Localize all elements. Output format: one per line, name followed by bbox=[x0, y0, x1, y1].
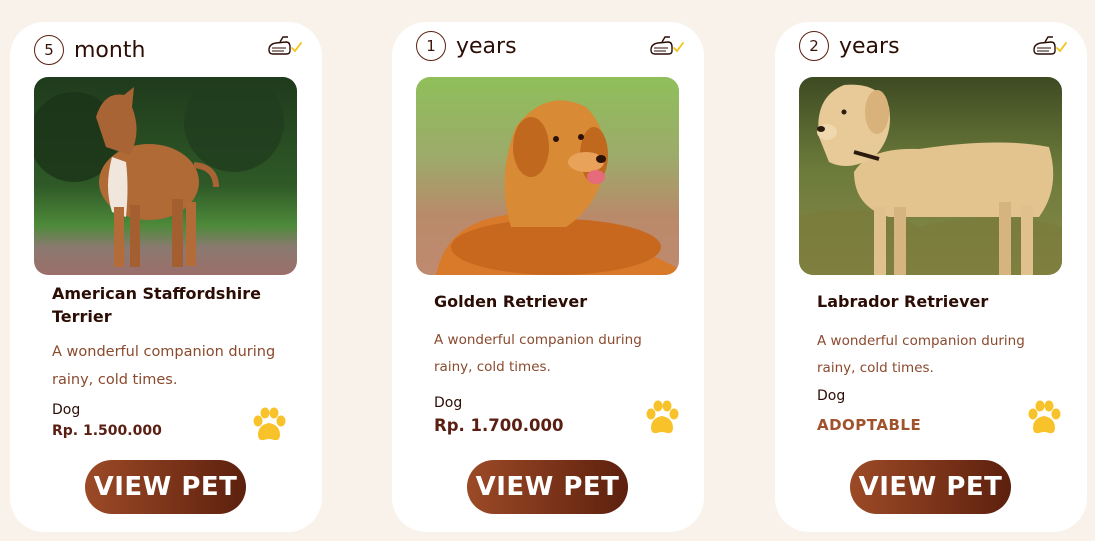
age-indicator: 2 years bbox=[799, 31, 900, 61]
pet-name: Labrador Retriever bbox=[817, 292, 989, 311]
pet-photo bbox=[34, 77, 297, 275]
age-number-badge: 1 bbox=[416, 31, 446, 61]
pet-description: A wonderful companion during rainy, cold… bbox=[52, 344, 276, 388]
pet-card: 1 years Golden Retriever A wonderful com… bbox=[392, 22, 704, 532]
age-indicator: 1 years bbox=[416, 31, 517, 61]
pet-shampoo-icon bbox=[1033, 36, 1067, 55]
age-unit-label: years bbox=[456, 33, 517, 59]
paw-icon bbox=[1028, 400, 1061, 434]
view-pet-button[interactable]: VIEW PET bbox=[85, 460, 246, 514]
pet-type: Dog bbox=[434, 395, 463, 411]
pet-shampoo-icon bbox=[268, 36, 302, 55]
pet-price: Rp. 1.500.000 bbox=[52, 423, 162, 439]
pet-photo bbox=[799, 77, 1062, 275]
paw-icon bbox=[253, 407, 286, 441]
paw-icon bbox=[646, 400, 679, 434]
age-unit-label: years bbox=[839, 33, 900, 59]
pet-photo bbox=[416, 77, 679, 275]
pet-description: A wonderful companion during rainy, cold… bbox=[434, 332, 642, 375]
age-unit-label: month bbox=[74, 37, 146, 63]
view-pet-button[interactable]: VIEW PET bbox=[850, 460, 1011, 514]
pet-type: Dog bbox=[817, 388, 846, 404]
view-pet-button[interactable]: VIEW PET bbox=[467, 460, 628, 514]
pet-type: Dog bbox=[52, 402, 81, 418]
pet-shampoo-icon bbox=[650, 36, 684, 55]
age-number-badge: 2 bbox=[799, 31, 829, 61]
pet-adoption-status: ADOPTABLE bbox=[817, 416, 922, 434]
pet-description: A wonderful companion during rainy, cold… bbox=[817, 333, 1025, 376]
pet-card: 5 month American Staffordshire Terrier A… bbox=[10, 22, 322, 532]
pet-price: Rp. 1.700.000 bbox=[434, 416, 564, 435]
age-indicator: 5 month bbox=[34, 35, 145, 65]
pet-name: American Staffordshire Terrier bbox=[52, 284, 261, 326]
pet-name: Golden Retriever bbox=[434, 292, 588, 311]
pet-card: 2 years Labrador Retriever A wonderful c… bbox=[775, 22, 1087, 532]
age-number-badge: 5 bbox=[34, 35, 64, 65]
